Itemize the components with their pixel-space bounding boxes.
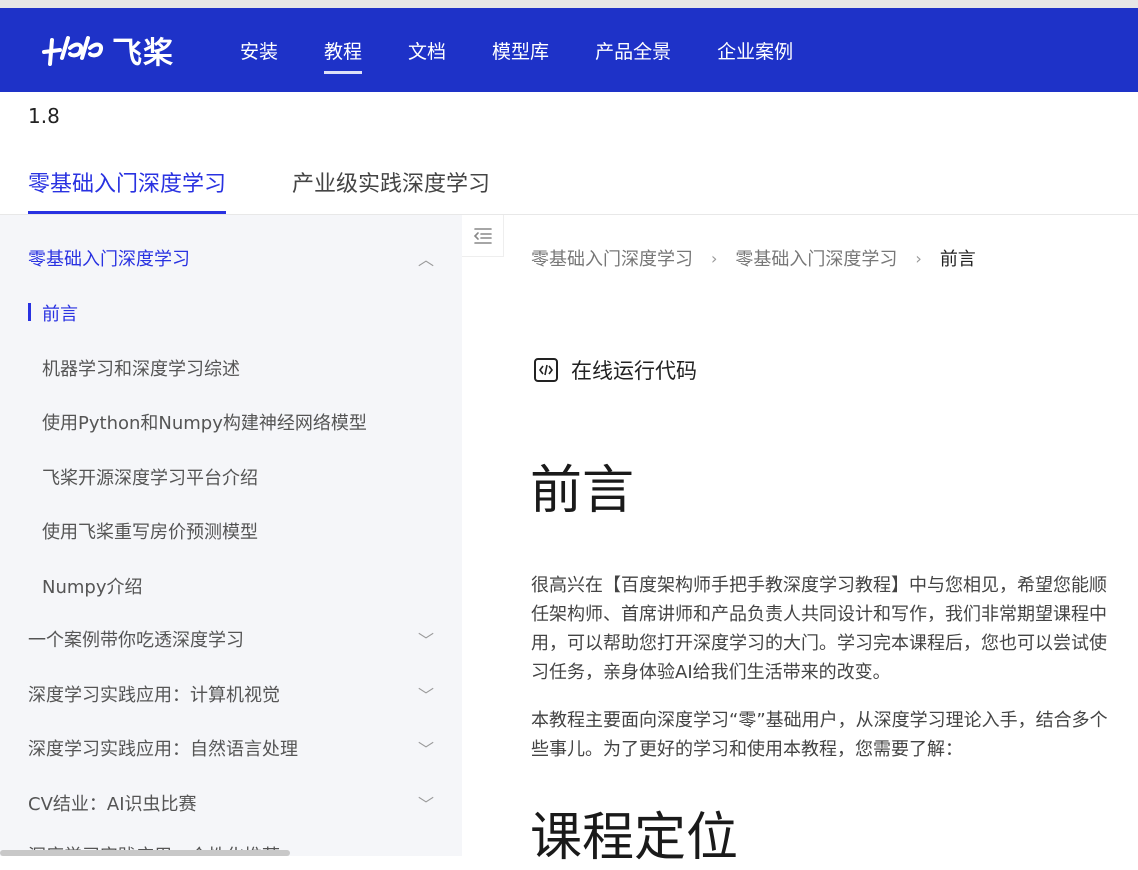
chevron-right-icon: ›	[711, 248, 718, 268]
code-icon	[534, 358, 558, 382]
sidebar-item-python-numpy-nn[interactable]: 使用Python和Numpy构建神经网络模型	[42, 409, 367, 435]
paragraph-line: 些事儿。为了更好的学习和使用本教程，您需要了解：	[531, 739, 963, 760]
breadcrumb: 零基础入门深度学习 › 零基础入门深度学习 › 前言	[531, 245, 976, 271]
tab-industrial[interactable]: 产业级实践深度学习	[292, 150, 490, 214]
sidebar-group-cv[interactable]: 深度学习实践应用：计算机视觉 ﹀	[28, 681, 448, 707]
chevron-down-icon: ﹀	[417, 631, 434, 650]
section-heading-course-positioning: 课程定位	[530, 808, 739, 868]
nav-item-install[interactable]: 安装	[240, 8, 278, 92]
chevron-down-icon: ﹀	[417, 795, 434, 814]
nav-item-docs[interactable]: 文档	[408, 8, 446, 92]
page-title: 前言	[530, 461, 635, 521]
paddle-logo[interactable]: 飞桨	[40, 24, 174, 76]
run-code-online-button[interactable]: 在线运行代码	[533, 355, 697, 385]
nav-item-tutorial[interactable]: 教程	[324, 8, 363, 92]
sidebar-item-numpy-intro[interactable]: Numpy介绍	[42, 573, 143, 599]
sidebar-group-label: CV结业：AI识虫比赛	[28, 794, 197, 815]
paragraph-line: 用，可以帮助您打开深度学习的大门。学习完本课程后，您也可以尝试使	[531, 633, 1107, 654]
chevron-down-icon: ﹀	[417, 686, 434, 705]
tutorial-tabs: 零基础入门深度学习 产业级实践深度学习	[28, 150, 556, 214]
sidebar-item-paddle-intro[interactable]: 飞桨开源深度学习平台介绍	[42, 464, 258, 490]
nav-item-cases[interactable]: 企业案例	[717, 8, 793, 92]
collapse-menu-icon	[473, 227, 492, 244]
active-indicator	[28, 303, 31, 321]
window-top-strip	[0, 0, 1138, 8]
sidebar-item-ml-overview[interactable]: 机器学习和深度学习综述	[42, 355, 240, 381]
sidebar-group-nlp[interactable]: 深度学习实践应用：自然语言处理 ﹀	[28, 735, 448, 761]
paragraph-line: 习任务，亲身体验AI给我们生活带来的改变。	[531, 662, 891, 683]
paragraph-line: 本教程主要面向深度学习“零”基础用户，从深度学习理论入手，结合多个	[531, 710, 1108, 731]
chevron-up-icon: ︿	[417, 250, 434, 269]
sidebar-group-beginner[interactable]: 零基础入门深度学习 ︿	[28, 245, 448, 271]
tab-beginner[interactable]: 零基础入门深度学习	[28, 150, 227, 214]
paragraph-line: 很高兴在【百度架构师手把手教深度学习教程】中与您相见，希望您能顺	[531, 575, 1107, 596]
breadcrumb-item[interactable]: 零基础入门深度学习	[735, 245, 897, 271]
sidebar-group-label: 深度学习实践应用：计算机视觉	[28, 685, 280, 706]
nav-item-models[interactable]: 模型库	[492, 8, 549, 92]
paddle-logo-icon	[42, 36, 103, 66]
sidebar-horizontal-scrollbar[interactable]	[0, 850, 290, 856]
logo-text: 飞桨	[112, 36, 174, 71]
chevron-down-icon: ﹀	[417, 740, 434, 759]
sidebar-group-label: 零基础入门深度学习	[28, 249, 190, 270]
run-code-label: 在线运行代码	[571, 359, 697, 383]
intro-paragraph: 很高兴在【百度架构师手把手教深度学习教程】中与您相见，希望您能顺 任架构师、首席…	[531, 571, 1138, 687]
version-label[interactable]: 1.8	[28, 104, 60, 128]
sidebar-group-label: 一个案例带你吃透深度学习	[28, 630, 244, 651]
paragraph-line: 任架构师、首席讲师和产品负责人共同设计和写作，我们非常期望课程中	[531, 604, 1107, 625]
sidebar-group-cv-final[interactable]: CV结业：AI识虫比赛 ﹀	[28, 790, 448, 816]
nav-item-products[interactable]: 产品全景	[595, 8, 671, 92]
audience-paragraph: 本教程主要面向深度学习“零”基础用户，从深度学习理论入手，结合多个 些事儿。为了…	[531, 706, 1138, 764]
chevron-right-icon: ›	[915, 248, 922, 268]
sidebar-item-preface[interactable]: 前言	[42, 300, 78, 326]
top-navbar: 飞桨 安装 教程 文档 模型库 产品全景 企业案例	[0, 8, 1138, 92]
sidebar: 零基础入门深度学习 ︿ 前言 机器学习和深度学习综述 使用Python和Nump…	[0, 215, 462, 856]
sidebar-item-house-price[interactable]: 使用飞桨重写房价预测模型	[42, 518, 258, 544]
breadcrumb-item[interactable]: 零基础入门深度学习	[531, 245, 693, 271]
sidebar-group-case-study[interactable]: 一个案例带你吃透深度学习 ﹀	[28, 626, 448, 652]
breadcrumb-current: 前言	[939, 249, 976, 270]
sidebar-collapse-button[interactable]	[462, 215, 504, 257]
sidebar-group-label: 深度学习实践应用：自然语言处理	[28, 739, 298, 760]
nav-items: 安装 教程 文档 模型库 产品全景 企业案例	[240, 8, 839, 92]
